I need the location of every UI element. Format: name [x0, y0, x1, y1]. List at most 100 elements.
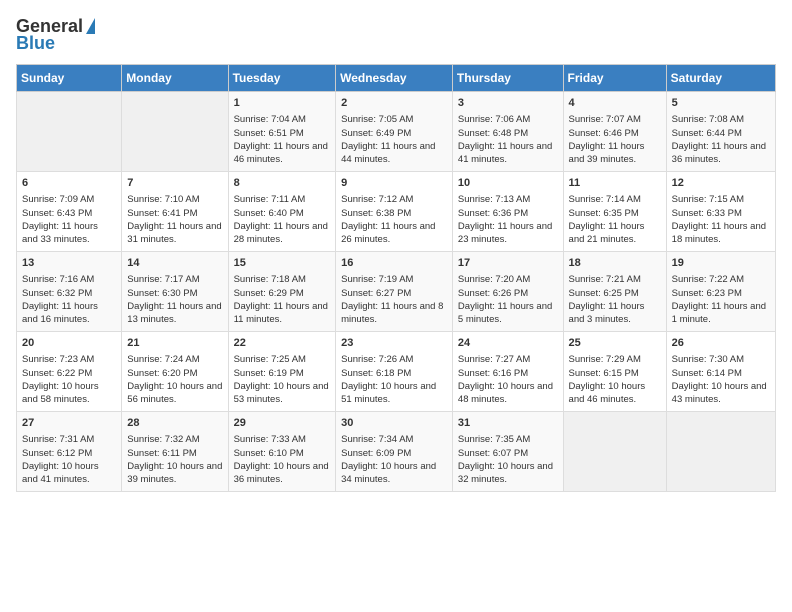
day-number: 31: [458, 416, 558, 431]
calendar-cell: 11Sunrise: 7:14 AMSunset: 6:35 PMDayligh…: [563, 172, 666, 252]
sunrise-text: Sunrise: 7:32 AM: [127, 433, 222, 446]
calendar-week-row: 1Sunrise: 7:04 AMSunset: 6:51 PMDaylight…: [17, 92, 776, 172]
day-number: 14: [127, 256, 222, 271]
sunset-text: Sunset: 6:46 PM: [569, 127, 661, 140]
daylight-text: Daylight: 11 hours and 36 minutes.: [672, 140, 770, 167]
day-number: 28: [127, 416, 222, 431]
sunrise-text: Sunrise: 7:12 AM: [341, 193, 447, 206]
daylight-text: Daylight: 11 hours and 28 minutes.: [234, 220, 331, 247]
calendar-cell: 20Sunrise: 7:23 AMSunset: 6:22 PMDayligh…: [17, 332, 122, 412]
calendar-cell: 19Sunrise: 7:22 AMSunset: 6:23 PMDayligh…: [666, 252, 775, 332]
sunset-text: Sunset: 6:44 PM: [672, 127, 770, 140]
calendar-cell: 25Sunrise: 7:29 AMSunset: 6:15 PMDayligh…: [563, 332, 666, 412]
day-number: 5: [672, 96, 770, 111]
daylight-text: Daylight: 10 hours and 34 minutes.: [341, 460, 447, 487]
calendar-cell: 30Sunrise: 7:34 AMSunset: 6:09 PMDayligh…: [336, 412, 453, 492]
sunset-text: Sunset: 6:20 PM: [127, 367, 222, 380]
logo-triangle-icon: [86, 18, 95, 34]
day-number: 29: [234, 416, 331, 431]
day-number: 21: [127, 336, 222, 351]
daylight-text: Daylight: 10 hours and 46 minutes.: [569, 380, 661, 407]
sunrise-text: Sunrise: 7:22 AM: [672, 273, 770, 286]
day-number: 4: [569, 96, 661, 111]
day-number: 2: [341, 96, 447, 111]
daylight-text: Daylight: 11 hours and 31 minutes.: [127, 220, 222, 247]
calendar-cell: 4Sunrise: 7:07 AMSunset: 6:46 PMDaylight…: [563, 92, 666, 172]
calendar-cell: 13Sunrise: 7:16 AMSunset: 6:32 PMDayligh…: [17, 252, 122, 332]
daylight-text: Daylight: 10 hours and 36 minutes.: [234, 460, 331, 487]
daylight-text: Daylight: 11 hours and 18 minutes.: [672, 220, 770, 247]
sunset-text: Sunset: 6:33 PM: [672, 207, 770, 220]
daylight-text: Daylight: 10 hours and 58 minutes.: [22, 380, 116, 407]
sunset-text: Sunset: 6:51 PM: [234, 127, 331, 140]
sunset-text: Sunset: 6:48 PM: [458, 127, 558, 140]
calendar-cell: 31Sunrise: 7:35 AMSunset: 6:07 PMDayligh…: [452, 412, 563, 492]
sunrise-text: Sunrise: 7:10 AM: [127, 193, 222, 206]
sunrise-text: Sunrise: 7:19 AM: [341, 273, 447, 286]
day-number: 8: [234, 176, 331, 191]
daylight-text: Daylight: 11 hours and 33 minutes.: [22, 220, 116, 247]
daylight-text: Daylight: 10 hours and 39 minutes.: [127, 460, 222, 487]
calendar-cell: 5Sunrise: 7:08 AMSunset: 6:44 PMDaylight…: [666, 92, 775, 172]
daylight-text: Daylight: 11 hours and 16 minutes.: [22, 300, 116, 327]
sunset-text: Sunset: 6:27 PM: [341, 287, 447, 300]
sunset-text: Sunset: 6:12 PM: [22, 447, 116, 460]
daylight-text: Daylight: 11 hours and 11 minutes.: [234, 300, 331, 327]
page-header: General Blue: [16, 16, 776, 54]
sunset-text: Sunset: 6:19 PM: [234, 367, 331, 380]
sunrise-text: Sunrise: 7:06 AM: [458, 113, 558, 126]
calendar-cell: 28 Sunrise: 7:32 AMSunset: 6:11 PMDayligh…: [122, 412, 228, 492]
header-cell-wednesday: Wednesday: [336, 65, 453, 92]
calendar-cell: 27Sunrise: 7:31 AMSunset: 6:12 PMDayligh…: [17, 412, 122, 492]
sunset-text: Sunset: 6:30 PM: [127, 287, 222, 300]
daylight-text: Daylight: 11 hours and 21 minutes.: [569, 220, 661, 247]
daylight-text: Daylight: 11 hours and 8 minutes.: [341, 300, 447, 327]
sunset-text: Sunset: 6:10 PM: [234, 447, 331, 460]
day-number: 18: [569, 256, 661, 271]
sunrise-text: Sunrise: 7:07 AM: [569, 113, 661, 126]
day-number: 20: [22, 336, 116, 351]
calendar-cell: 1Sunrise: 7:04 AMSunset: 6:51 PMDaylight…: [228, 92, 336, 172]
sunset-text: Sunset: 6:26 PM: [458, 287, 558, 300]
sunset-text: Sunset: 6:07 PM: [458, 447, 558, 460]
sunrise-text: Sunrise: 7:29 AM: [569, 353, 661, 366]
calendar-table: SundayMondayTuesdayWednesdayThursdayFrid…: [16, 64, 776, 492]
day-number: 23: [341, 336, 447, 351]
sunset-text: Sunset: 6:23 PM: [672, 287, 770, 300]
daylight-text: Daylight: 10 hours and 56 minutes.: [127, 380, 222, 407]
calendar-cell: 6Sunrise: 7:09 AMSunset: 6:43 PMDaylight…: [17, 172, 122, 252]
calendar-cell: 12Sunrise: 7:15 AMSunset: 6:33 PMDayligh…: [666, 172, 775, 252]
calendar-cell: 16 Sunrise: 7:19 AMSunset: 6:27 PMDayligh…: [336, 252, 453, 332]
sunset-text: Sunset: 6:36 PM: [458, 207, 558, 220]
day-number: 27: [22, 416, 116, 431]
day-number: 13: [22, 256, 116, 271]
daylight-text: Daylight: 11 hours and 44 minutes.: [341, 140, 447, 167]
daylight-text: Daylight: 11 hours and 3 minutes.: [569, 300, 661, 327]
day-number: 11: [569, 176, 661, 191]
calendar-week-row: 13Sunrise: 7:16 AMSunset: 6:32 PMDayligh…: [17, 252, 776, 332]
sunrise-text: Sunrise: 7:33 AM: [234, 433, 331, 446]
calendar-cell: 10Sunrise: 7:13 AMSunset: 6:36 PMDayligh…: [452, 172, 563, 252]
sunrise-text: Sunrise: 7:26 AM: [341, 353, 447, 366]
daylight-text: Daylight: 10 hours and 32 minutes.: [458, 460, 558, 487]
day-number: 16: [341, 256, 447, 271]
sunset-text: Sunset: 6:11 PM: [127, 447, 222, 460]
day-number: 30: [341, 416, 447, 431]
daylight-text: Daylight: 11 hours and 46 minutes.: [234, 140, 331, 167]
calendar-header: SundayMondayTuesdayWednesdayThursdayFrid…: [17, 65, 776, 92]
sunset-text: Sunset: 6:18 PM: [341, 367, 447, 380]
daylight-text: Daylight: 10 hours and 48 minutes.: [458, 380, 558, 407]
calendar-cell: [122, 92, 228, 172]
day-number: 12: [672, 176, 770, 191]
day-number: 3: [458, 96, 558, 111]
calendar-cell: 21Sunrise: 7:24 AMSunset: 6:20 PMDayligh…: [122, 332, 228, 412]
calendar-cell: 2Sunrise: 7:05 AMSunset: 6:49 PMDaylight…: [336, 92, 453, 172]
daylight-text: Daylight: 11 hours and 41 minutes.: [458, 140, 558, 167]
sunset-text: Sunset: 6:29 PM: [234, 287, 331, 300]
logo: General Blue: [16, 16, 95, 54]
day-number: 24: [458, 336, 558, 351]
calendar-cell: 26Sunrise: 7:30 AMSunset: 6:14 PMDayligh…: [666, 332, 775, 412]
daylight-text: Daylight: 11 hours and 26 minutes.: [341, 220, 447, 247]
sunset-text: Sunset: 6:32 PM: [22, 287, 116, 300]
day-number: 1: [234, 96, 331, 111]
